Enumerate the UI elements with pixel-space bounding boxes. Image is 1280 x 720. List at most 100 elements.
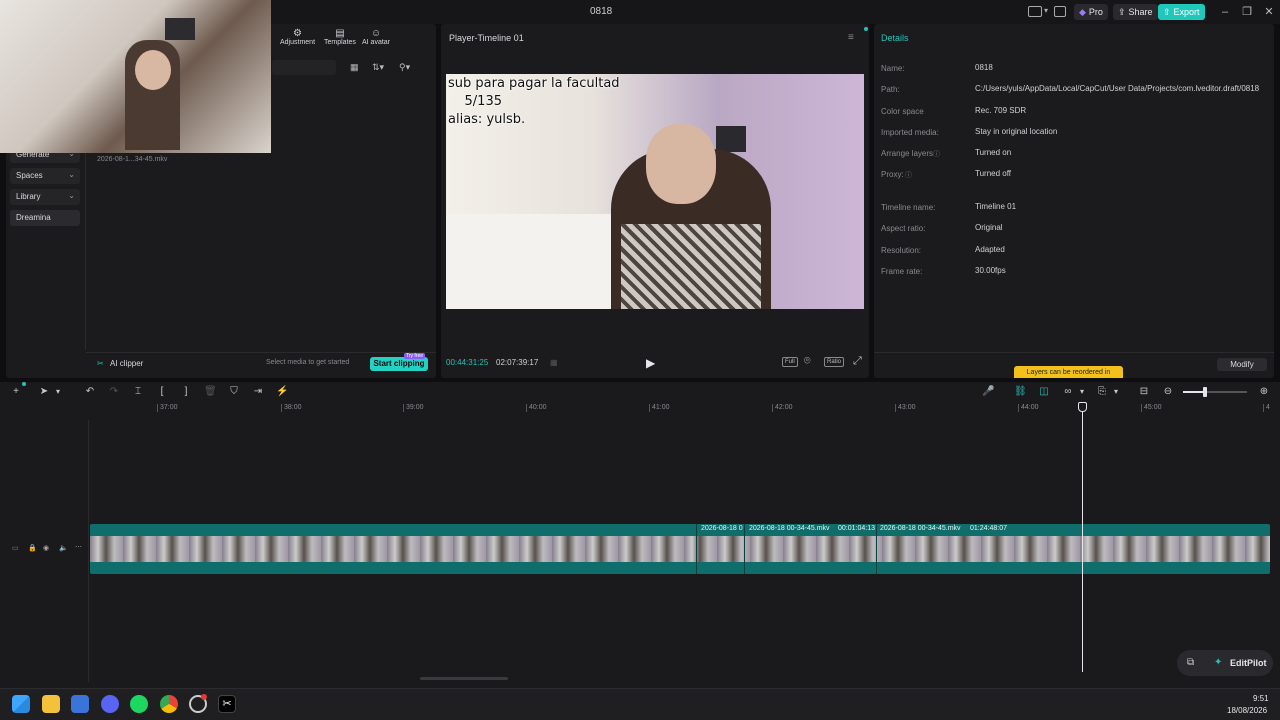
split-icon[interactable]: ⌶	[132, 386, 144, 398]
tab-templates[interactable]: ▤ Templates	[324, 28, 356, 46]
chain-icon[interactable]: ∞	[1062, 386, 1074, 398]
chevron-down-icon[interactable]: ▾	[1110, 386, 1122, 398]
detail-label: Aspect ratio:	[881, 224, 926, 233]
audio-icon[interactable]: 🔈	[59, 544, 68, 552]
detail-value: 30.00fps	[975, 266, 1006, 275]
grid-icon[interactable]: ▦	[550, 358, 558, 367]
preview-axis-icon[interactable]: ⎘	[1096, 386, 1108, 398]
store-icon[interactable]	[71, 695, 89, 713]
play-icon[interactable]: ▶	[646, 356, 655, 370]
ai-clipper-label: AI clipper	[110, 359, 144, 368]
add-icon[interactable]: +	[10, 386, 22, 398]
overlay-text-line: sub para pagar la facultad	[448, 76, 620, 91]
full-button[interactable]: Full	[782, 357, 798, 367]
player-video[interactable]: sub para pagar la facultad 5/135 alias: …	[446, 74, 864, 309]
clip-duration: 01:24:48:07	[970, 525, 1007, 532]
pro-button[interactable]: ◆ Pro	[1074, 4, 1108, 20]
layout-icon[interactable]	[1028, 6, 1042, 17]
chevron-down-icon[interactable]: ▾	[1044, 6, 1048, 15]
pro-icon: ◆	[1079, 6, 1086, 17]
tab-ai-avatar-label: AI avatar	[362, 39, 391, 46]
detail-label: Imported media:	[881, 128, 939, 137]
timeline-tick: 45:00	[1141, 404, 1162, 412]
tab-adjustment[interactable]: ⚙ Adjustment	[280, 28, 315, 46]
face-shape	[135, 50, 171, 90]
search-input[interactable]	[272, 60, 336, 75]
sort-icon[interactable]: ⇅▾	[372, 62, 384, 73]
export-button[interactable]: ⇧ Export	[1158, 4, 1205, 20]
sidebar-item-dreamina[interactable]: Dreamina	[10, 210, 80, 226]
link-icon[interactable]: ⛓	[1014, 386, 1027, 398]
zoom-slider-handle[interactable]	[1203, 387, 1207, 397]
trim-right-icon[interactable]: ]	[180, 386, 192, 398]
start-clipping-button[interactable]: Start clipping	[370, 357, 428, 371]
detail-label: Arrange layers	[881, 149, 934, 158]
ratio-button[interactable]: Ratio	[824, 357, 845, 367]
video-track[interactable]	[90, 524, 1270, 574]
trim-left-icon[interactable]: [	[156, 386, 168, 398]
eye-icon[interactable]: ◉	[43, 544, 49, 552]
detail-value: Stay in original location	[975, 127, 1058, 136]
magic-icon[interactable]: ⚡	[276, 386, 288, 398]
windows-start-icon[interactable]	[12, 695, 30, 713]
cursor-icon[interactable]: ➤	[38, 386, 50, 398]
filter-icon[interactable]: ⚲▾	[399, 62, 410, 73]
grid-view-icon[interactable]: ▦	[350, 62, 359, 73]
microphone-icon[interactable]: 🎤	[982, 386, 994, 398]
chrome-icon[interactable]	[160, 695, 178, 713]
magnet-icon[interactable]: ◫	[1038, 386, 1050, 398]
discord-icon[interactable]	[101, 695, 119, 713]
clip-duration: 00:01:04:13	[838, 525, 875, 532]
tab-ai-avatar[interactable]: ☺ AI avatar	[362, 28, 390, 46]
caption-icon[interactable]: ⊟	[1138, 386, 1150, 398]
playhead-handle[interactable]	[1078, 402, 1087, 412]
sidebar-item-spaces[interactable]: Spaces ⌄	[10, 168, 80, 184]
clock-date: 18/08/2026	[1227, 706, 1268, 715]
feedback-icon[interactable]: ⧉	[1187, 657, 1194, 668]
timeline-tick: 41:00	[649, 404, 670, 412]
panel-toggle-icon[interactable]	[1054, 6, 1066, 17]
chevron-down-icon[interactable]: ▾	[1076, 386, 1088, 398]
snapshot-icon[interactable]: ⌾	[804, 355, 811, 368]
export-icon: ⇧	[1163, 6, 1171, 17]
media-file-name[interactable]: 2026-08-1...34-45.mkv	[97, 156, 167, 163]
file-explorer-icon[interactable]	[42, 695, 60, 713]
freeze-icon[interactable]: ⇥	[252, 386, 264, 398]
horizontal-scrollbar[interactable]	[420, 677, 508, 680]
playhead[interactable]	[1082, 404, 1083, 672]
tab-templates-label: Templates	[324, 39, 356, 46]
zoom-out-icon[interactable]: ⊖	[1162, 386, 1174, 398]
redo-icon[interactable]: ↷	[108, 386, 120, 398]
info-icon[interactable]: ⓘ	[933, 149, 940, 159]
player-title: Player-Timeline 01	[449, 33, 524, 43]
sidebar-item-library[interactable]: Library ⌄	[10, 189, 80, 205]
clip-boundary	[876, 524, 877, 574]
info-icon[interactable]: ⓘ	[905, 170, 912, 180]
detail-label: Color space	[881, 107, 924, 116]
spotify-icon[interactable]	[130, 695, 148, 713]
tooltip: Layers can be reordered in	[1014, 366, 1123, 378]
delete-icon[interactable]: 🗑	[204, 386, 217, 398]
menu-icon[interactable]: ≡	[848, 32, 854, 43]
marker-icon[interactable]: ⛉	[228, 386, 240, 398]
more-icon[interactable]: ⋯	[75, 543, 82, 551]
lock-icon[interactable]: 🔒	[28, 544, 37, 552]
timeline-tick: 37:00	[157, 404, 178, 412]
chevron-down-icon[interactable]: ▾	[52, 386, 64, 398]
close-icon[interactable]: ✕	[1262, 5, 1276, 19]
sidebar-item-label: Library	[16, 192, 41, 201]
zoom-in-icon[interactable]: ⊕	[1258, 386, 1270, 398]
share-button[interactable]: ⇪ Share	[1113, 4, 1158, 20]
undo-icon[interactable]: ↶	[84, 386, 96, 398]
status-dot	[864, 27, 868, 31]
restore-icon[interactable]: ❐	[1240, 5, 1254, 19]
capcut-icon[interactable]: ✂	[218, 695, 236, 713]
modify-button[interactable]: Modify	[1217, 358, 1267, 371]
minimize-icon[interactable]: –	[1218, 5, 1232, 19]
timeline-tick: 42:00	[772, 404, 793, 412]
detail-label: Resolution:	[881, 246, 922, 255]
export-label: Export	[1173, 7, 1200, 17]
fullscreen-icon[interactable]: ⤢	[853, 355, 862, 368]
clip-label: 2026-08-18 00-34-45.mkv	[880, 525, 961, 532]
cover-icon[interactable]: ▭	[12, 544, 19, 552]
